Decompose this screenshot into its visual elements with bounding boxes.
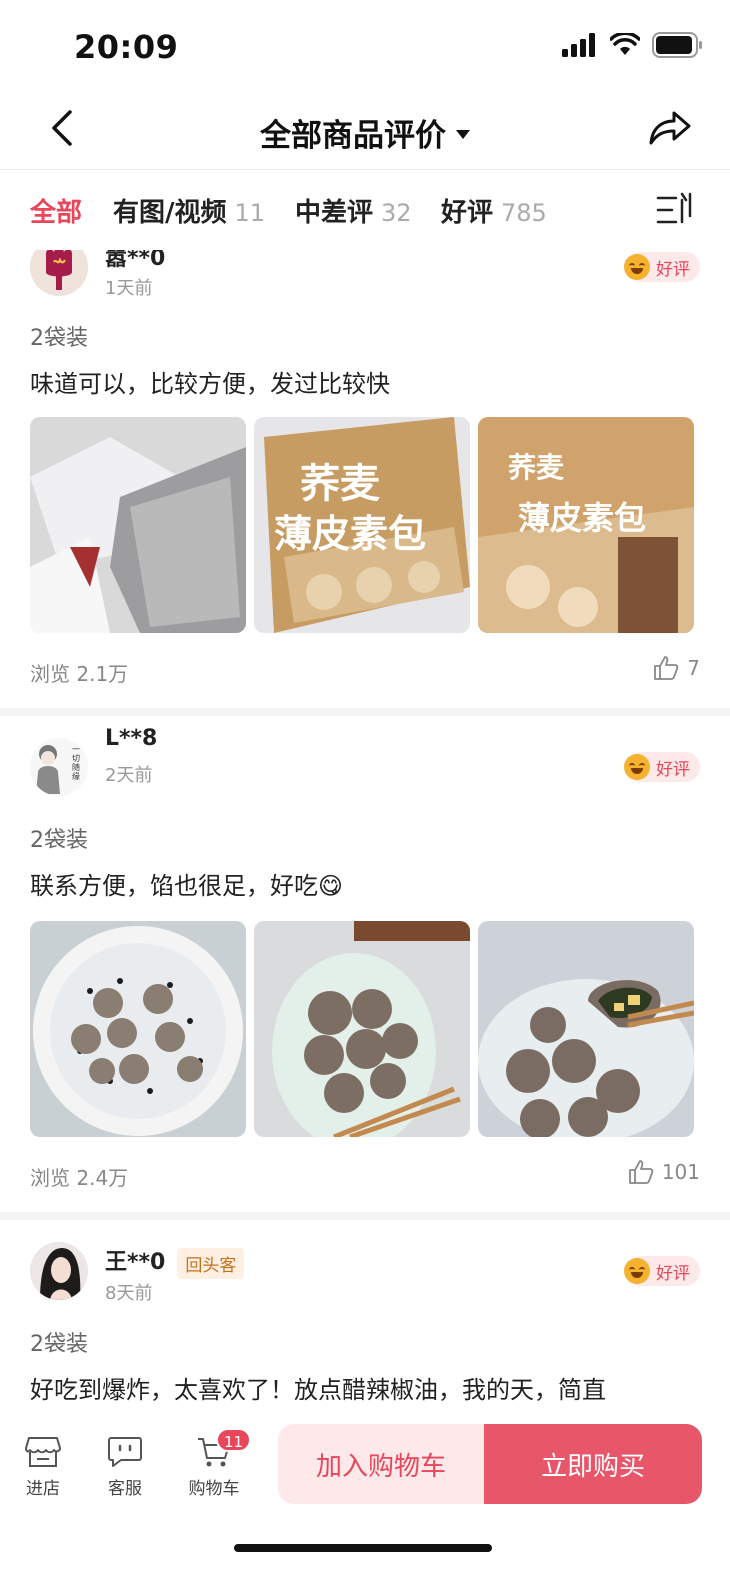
buckwheat-bun-bag-photo[interactable]: 荞麦 薄皮素包 [478, 417, 694, 633]
review-divider [0, 1212, 730, 1220]
bun-filling-photo[interactable] [478, 921, 694, 1137]
status-bar: 20:09 [0, 0, 730, 92]
insulated-packaging-photo[interactable] [30, 417, 246, 633]
smile-face-icon [624, 754, 650, 780]
avatar[interactable] [30, 250, 88, 296]
wifi-icon [610, 33, 640, 55]
rating-label: 好评 [656, 1263, 690, 1284]
share-button[interactable] [646, 106, 694, 150]
steamer-buns-photo[interactable] [30, 921, 246, 1137]
tab-count: 785 [501, 199, 547, 227]
product-spec: 2袋装 [30, 828, 88, 853]
chat-service-icon [108, 1437, 142, 1467]
view-count: 浏览 2.4万 [30, 1166, 129, 1190]
review-card: 王**0 回头客 8天前 好评 2袋装 好吃到爆炸，太喜欢了！放点醋辣椒油，我的天… [0, 1220, 730, 1410]
store-label: 进店 [26, 1479, 60, 1499]
buy-now-label: 立即购买 [540, 1451, 645, 1482]
service-button[interactable]: 客服 [104, 1436, 146, 1499]
product-spec: 2袋装 [30, 326, 88, 351]
review-card: 一切随缘 L**8 2天前 好评 2袋装 联系方便，馅也很足，好吃😋 浏览 2.… [0, 716, 730, 1212]
add-to-cart-label: 加入购物车 [315, 1451, 446, 1482]
service-label: 客服 [108, 1479, 142, 1499]
username: 王**0 [105, 1250, 166, 1275]
status-icons [562, 32, 704, 58]
review-photos: 荞麦 薄皮素包 荞麦 薄皮素包 [30, 417, 694, 633]
sort-icon [656, 192, 692, 224]
nav-bar: 全部商品评价 [0, 92, 730, 170]
review-feed[interactable]: 嚣**0 1天前 好评 2袋装 味道可以，比较方便，发过比较快 荞麦 薄皮素包 … [0, 250, 730, 1410]
review-time: 1天前 [105, 278, 153, 299]
rating-badge: 好评 [624, 1256, 700, 1286]
plate-buns-photo[interactable] [254, 921, 470, 1137]
store-icon [25, 1437, 61, 1467]
signal-icon [562, 33, 595, 57]
review-text: 味道可以，比较方便，发过比较快 [30, 370, 390, 398]
smile-face-icon [624, 1258, 650, 1284]
returning-customer-badge: 回头客 [177, 1247, 245, 1279]
battery-icon [652, 32, 702, 58]
review-time: 8天前 [105, 1283, 153, 1304]
review-filter-dropdown[interactable]: 全部商品评价 [0, 110, 730, 155]
like-button[interactable]: 7 [653, 655, 700, 681]
caret-down-icon [456, 130, 470, 139]
tab-count: 11 [234, 199, 266, 227]
review-text: 联系方便，馅也很足，好吃😋 [30, 872, 344, 900]
bottom-action-bar: 进店 客服 购物车 11 加入购物车 立即购买 [0, 1410, 730, 1580]
tab-count: 32 [381, 199, 412, 227]
buy-now-button[interactable]: 立即购买 [484, 1424, 702, 1504]
tab-negative[interactable]: 中差评 32 [295, 192, 412, 229]
review-tabs: 全部 有图/视频 11 中差评 32 好评 785 [0, 170, 730, 250]
store-button[interactable]: 进店 [22, 1436, 64, 1499]
view-count: 浏览 2.1万 [30, 662, 129, 686]
tab-all[interactable]: 全部 [30, 192, 82, 229]
tab-label: 有图/视频 [113, 198, 227, 228]
add-to-cart-button[interactable]: 加入购物车 [278, 1424, 484, 1504]
tab-label: 全部 [30, 198, 83, 228]
home-indicator[interactable] [234, 1544, 492, 1552]
avatar[interactable] [30, 1242, 88, 1300]
bag-print-text: 薄皮素包 [518, 499, 646, 537]
sort-filter-button[interactable] [656, 192, 696, 228]
smile-face-icon [624, 254, 650, 280]
cart-button[interactable]: 购物车 11 [184, 1428, 252, 1499]
rating-label: 好评 [656, 759, 690, 780]
tab-with-media[interactable]: 有图/视频 11 [113, 192, 265, 229]
tab-label: 中差评 [295, 198, 374, 228]
bag-print-text: 荞麦 [508, 451, 565, 484]
avatar-text: 一切随缘 [72, 745, 80, 781]
tab-label: 好评 [441, 198, 494, 228]
username: 嚣**0 [105, 250, 166, 271]
review-divider [0, 708, 730, 716]
cart-count-badge: 11 [216, 1428, 252, 1452]
thumbs-up-icon [628, 1160, 654, 1184]
review-time: 2天前 [105, 765, 153, 786]
username: L**8 [105, 726, 158, 751]
like-count: 7 [687, 656, 700, 680]
status-time: 20:09 [74, 28, 179, 66]
rating-badge: 好评 [624, 752, 700, 782]
like-button[interactable]: 101 [628, 1159, 700, 1185]
tab-positive[interactable]: 好评 785 [441, 192, 547, 229]
bag-print-text: 薄皮素包 [274, 511, 426, 556]
review-text: 好吃到爆炸，太喜欢了！放点醋辣椒油，我的天，简直 [30, 1376, 606, 1404]
product-spec: 2袋装 [30, 1332, 88, 1357]
page-title: 全部商品评价 [260, 118, 446, 154]
review-photos [30, 921, 694, 1137]
share-icon [649, 111, 691, 145]
bag-print-text: 荞麦 [300, 460, 380, 507]
review-card: 嚣**0 1天前 好评 2袋装 味道可以，比较方便，发过比较快 荞麦 薄皮素包 … [0, 250, 730, 708]
username-row: 王**0 回头客 [105, 1244, 245, 1279]
rating-badge: 好评 [624, 252, 700, 282]
thin-skin-bun-bag-photo[interactable]: 荞麦 薄皮素包 [254, 417, 470, 633]
rating-label: 好评 [656, 259, 690, 280]
like-count: 101 [661, 1160, 700, 1184]
thumbs-up-icon [654, 656, 679, 680]
avatar[interactable]: 一切随缘 [30, 738, 88, 796]
cart-label: 购物车 [188, 1479, 240, 1499]
